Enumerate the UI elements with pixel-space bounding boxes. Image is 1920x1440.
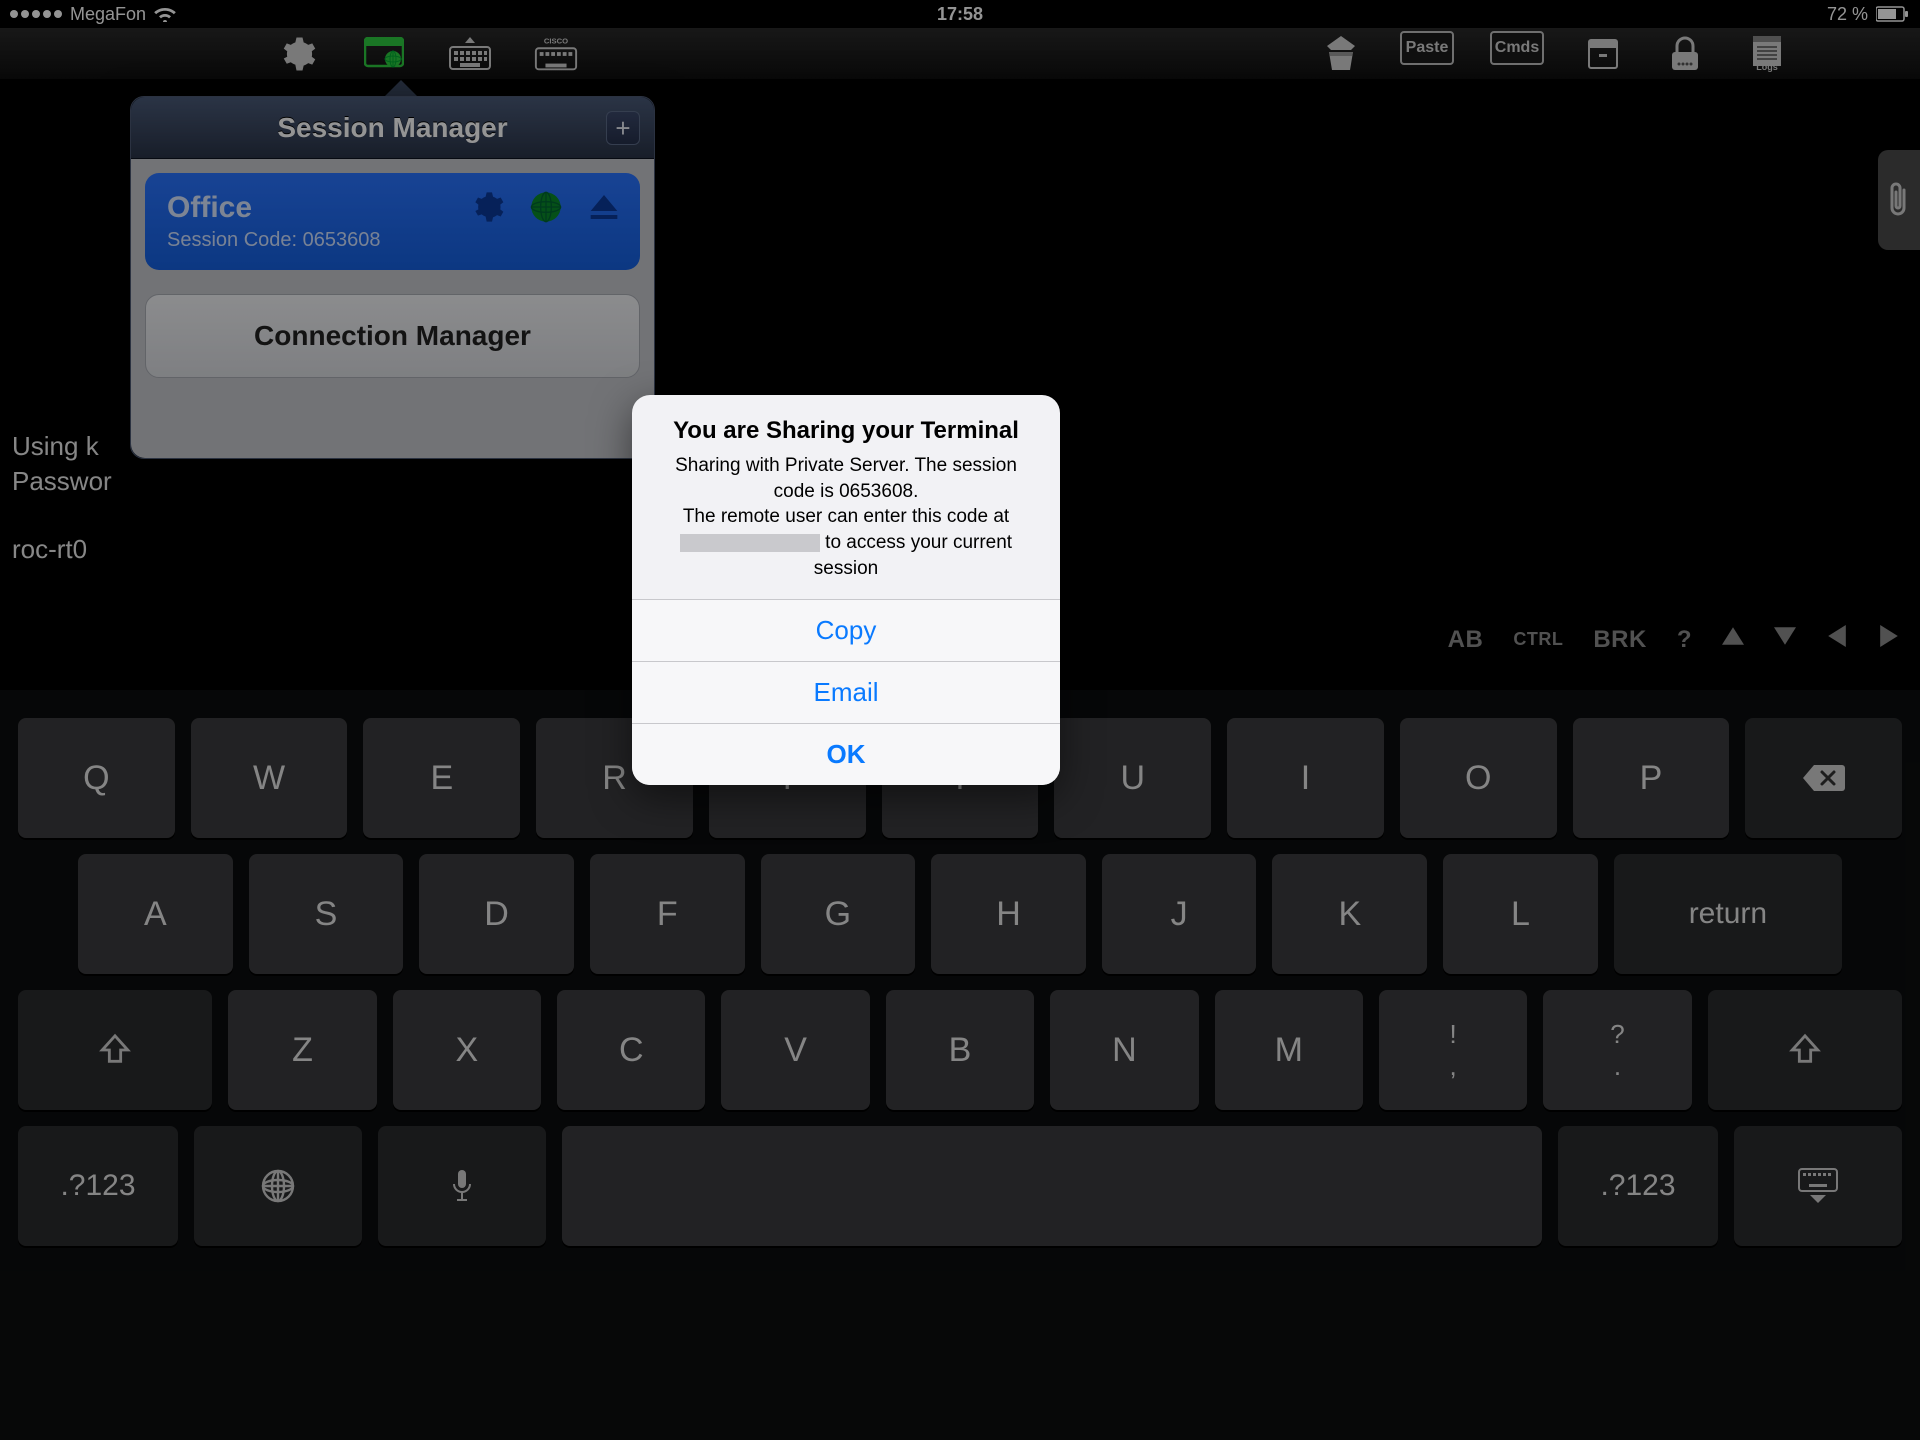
alert-copy-button[interactable]: Copy bbox=[632, 599, 1060, 661]
alert-url-blank bbox=[680, 534, 820, 552]
sharing-alert: You are Sharing your Terminal Sharing wi… bbox=[632, 395, 1060, 785]
alert-message: Sharing with Private Server. The session… bbox=[658, 453, 1034, 581]
alert-title: You are Sharing your Terminal bbox=[658, 417, 1034, 445]
alert-ok-button[interactable]: OK bbox=[632, 723, 1060, 785]
alert-email-button[interactable]: Email bbox=[632, 661, 1060, 723]
